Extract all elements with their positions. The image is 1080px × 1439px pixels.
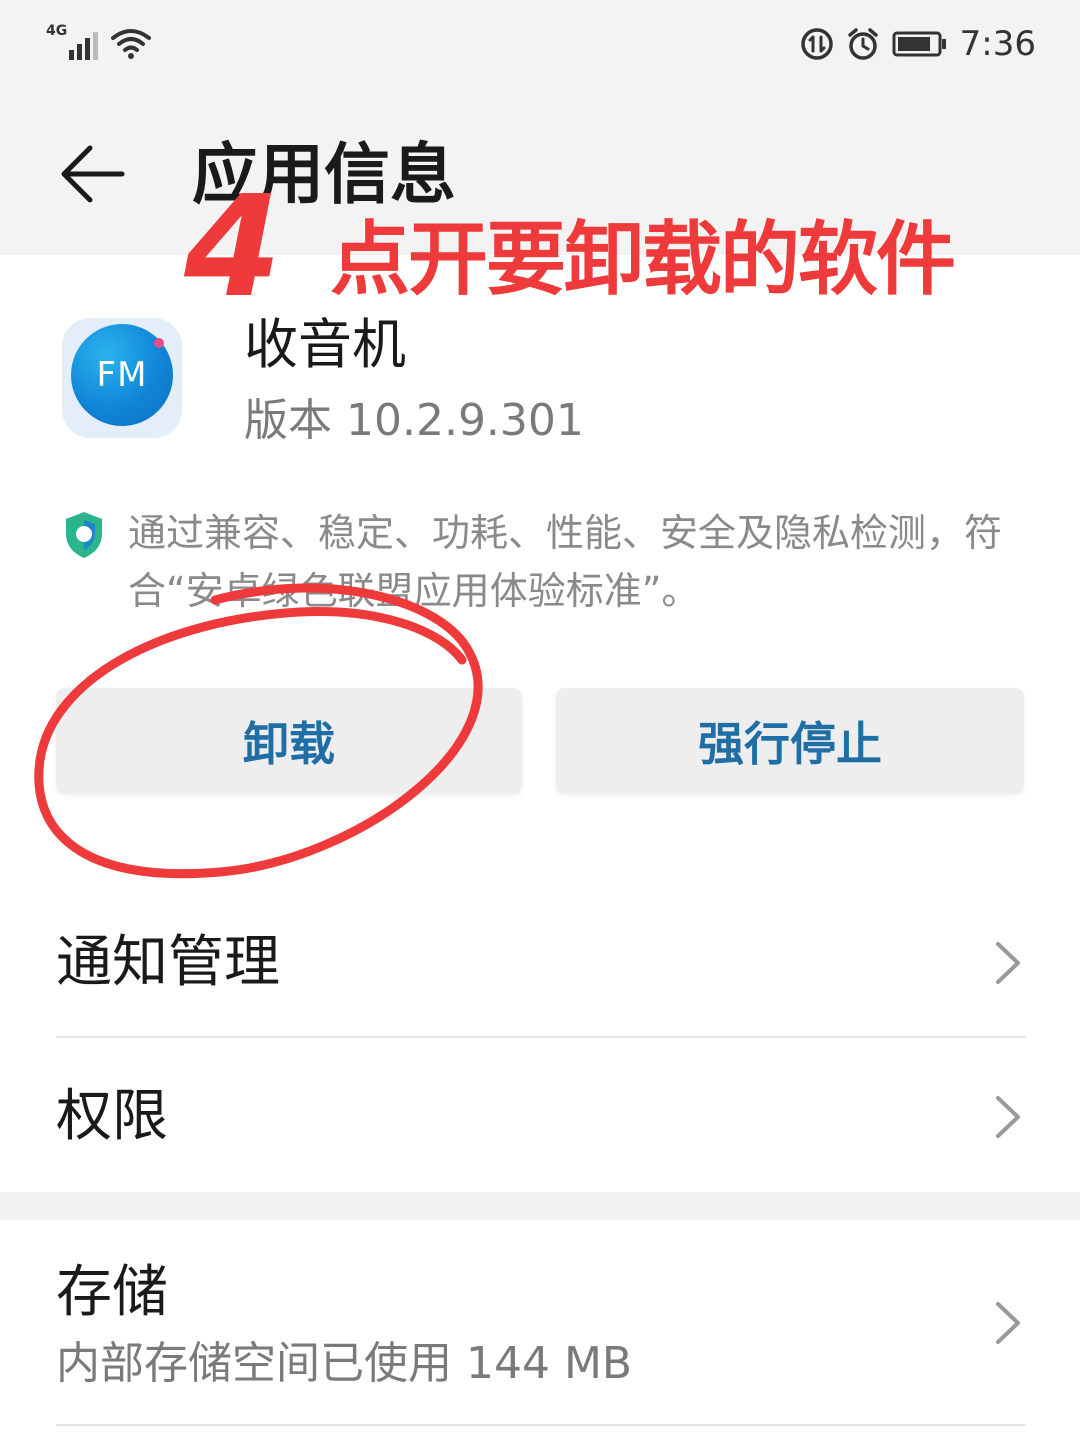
storage-label: 存储 bbox=[56, 1260, 168, 1325]
status-bar: 4G 7:36 bbox=[0, 0, 1080, 90]
permissions-label: 权限 bbox=[56, 1084, 168, 1149]
uninstall-button[interactable]: 卸载 bbox=[56, 688, 522, 794]
certification-text: 通过兼容、稳定、功耗、性能、安全及隐私检测，符合“安卓绿色联盟应用体验标准”。 bbox=[128, 511, 1003, 613]
notification-dot bbox=[154, 338, 164, 348]
app-version: 版本 10.2.9.301 bbox=[244, 395, 584, 446]
battery-icon bbox=[892, 31, 946, 57]
back-arrow-icon[interactable] bbox=[52, 132, 136, 216]
annotation-step-number: 4 bbox=[184, 166, 282, 329]
status-left-group: 4G bbox=[46, 23, 152, 60]
divider bbox=[56, 1424, 1026, 1426]
network-type-label: 4G bbox=[46, 23, 68, 39]
storage-usage-text: 内部存储空间已使用 144 MB bbox=[56, 1338, 633, 1389]
chevron-right-icon bbox=[996, 1096, 1020, 1138]
storage-row[interactable]: 存储 内部存储空间已使用 144 MB bbox=[56, 1230, 1026, 1420]
data-saver-icon bbox=[800, 28, 833, 60]
app-icon-label: FM bbox=[96, 355, 148, 395]
signal-strength-icon bbox=[69, 26, 101, 60]
status-time: 7:36 bbox=[959, 24, 1036, 64]
status-right-group: 7:36 bbox=[788, 24, 1036, 64]
section-separator bbox=[0, 1192, 1080, 1220]
permissions-row[interactable]: 权限 bbox=[56, 1050, 1026, 1190]
shield-check-icon bbox=[66, 512, 102, 558]
app-icon: FM bbox=[62, 318, 182, 438]
annotation-instruction-text: 点开要卸载的软件 bbox=[330, 213, 956, 306]
wifi-icon bbox=[111, 29, 152, 59]
notification-management-row[interactable]: 通知管理 bbox=[56, 900, 1026, 1030]
alarm-icon bbox=[847, 28, 878, 60]
notification-management-label: 通知管理 bbox=[56, 930, 280, 995]
chevron-right-icon bbox=[996, 942, 1020, 984]
chevron-right-icon bbox=[996, 1302, 1020, 1344]
divider bbox=[56, 1036, 1026, 1038]
force-stop-button[interactable]: 强行停止 bbox=[556, 688, 1024, 794]
